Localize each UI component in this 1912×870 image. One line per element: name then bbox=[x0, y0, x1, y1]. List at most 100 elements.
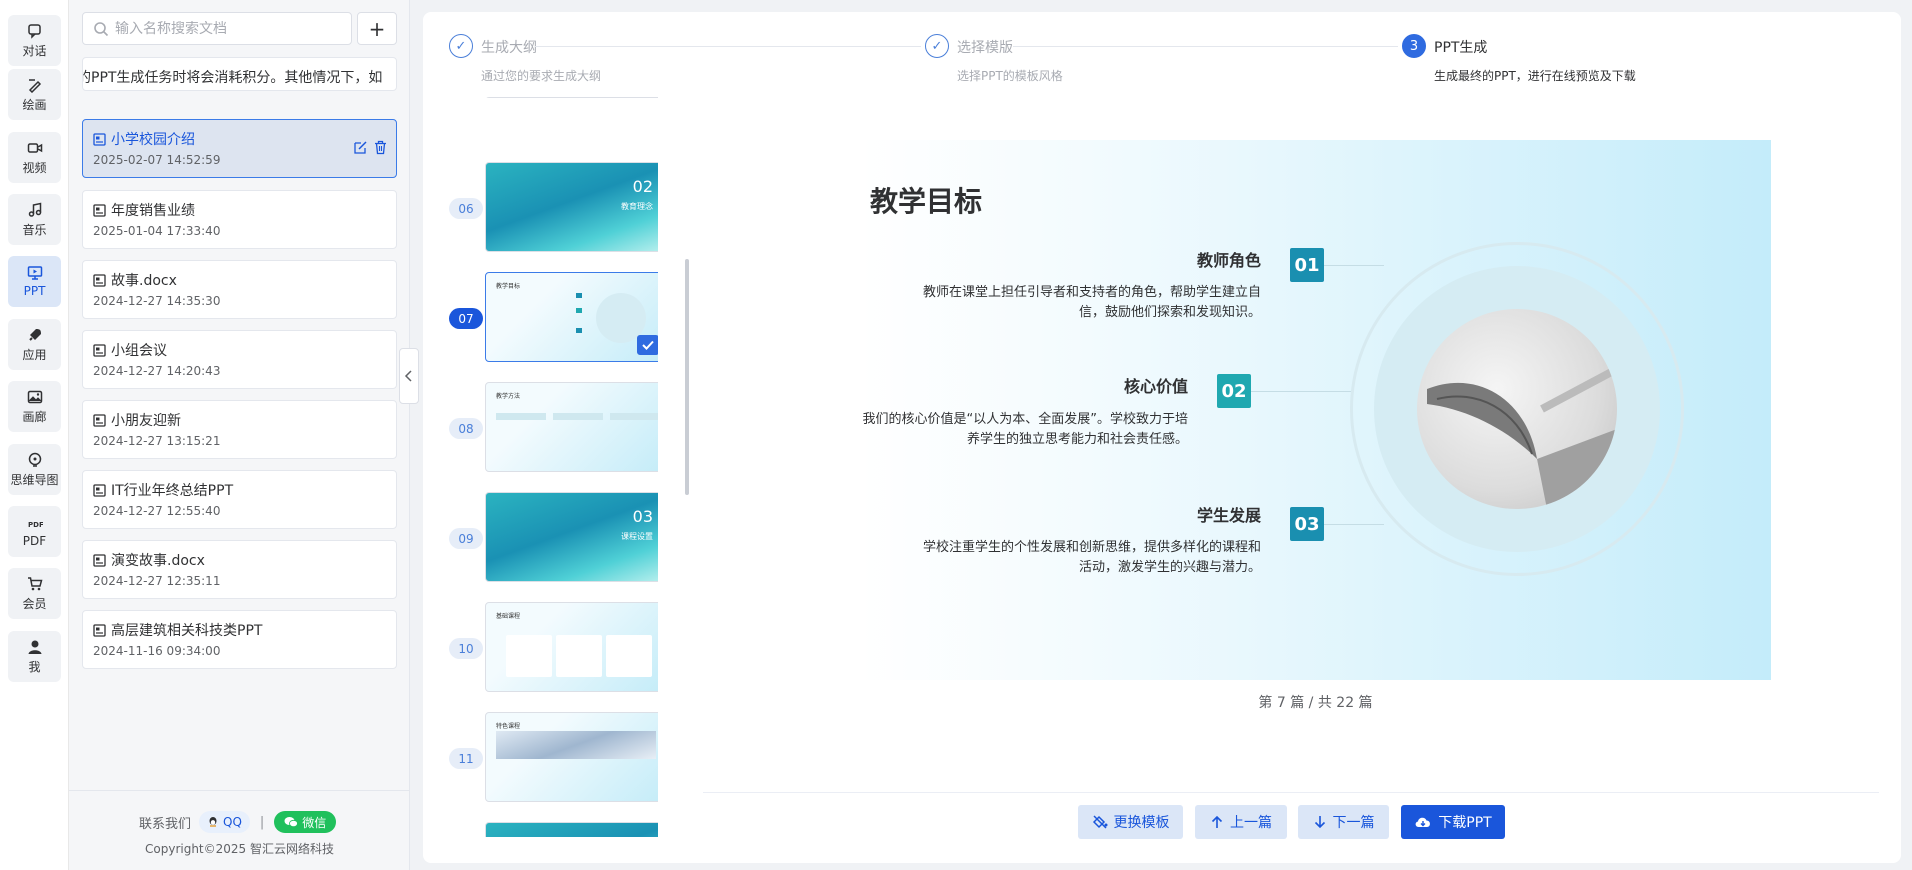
nav-item-ppt[interactable]: PPT bbox=[8, 256, 61, 307]
video-icon bbox=[27, 142, 42, 153]
document-title: 小组会议 bbox=[111, 343, 167, 359]
wechat-button[interactable]: 微信 bbox=[274, 811, 337, 833]
document-card[interactable]: 年度销售业绩 2025-01-04 17:33:40 bbox=[82, 190, 397, 249]
thumbnail-row[interactable]: 10 基础课程 bbox=[440, 602, 658, 692]
document-date: 2025-02-07 14:52:59 bbox=[93, 153, 221, 167]
thumbnail-row[interactable]: 11 特色课程 bbox=[440, 712, 658, 802]
document-date: 2025-01-04 17:33:40 bbox=[93, 224, 221, 238]
thumbnail-scrollbar[interactable] bbox=[685, 259, 689, 495]
thumbnail-row[interactable]: 06 02 教育理念 bbox=[440, 162, 658, 252]
sidebar-footer: 联系我们 QQ | 微信 Copyright©2025 智汇云网络科技 bbox=[69, 790, 410, 870]
document-card[interactable]: 演变故事.docx 2024-12-27 12:35:11 bbox=[82, 540, 397, 599]
slide-thumbnail[interactable]: 04 bbox=[485, 822, 658, 837]
search-box[interactable] bbox=[82, 12, 352, 45]
thumb-section-number: 02 bbox=[632, 177, 653, 196]
thumb-card bbox=[606, 635, 652, 677]
step-connector bbox=[535, 46, 921, 47]
add-document-button[interactable]: + bbox=[357, 12, 397, 45]
leader-line bbox=[1324, 524, 1384, 525]
document-icon bbox=[93, 483, 106, 497]
document-title-row: 年度销售业绩 bbox=[93, 200, 386, 220]
slide-number: 09 bbox=[449, 528, 483, 549]
slide-thumbnail[interactable]: 教学方法 bbox=[485, 382, 658, 472]
thumbnail-row[interactable]: 04 bbox=[440, 822, 658, 837]
copyright: Copyright©2025 智汇云网络科技 bbox=[145, 842, 334, 856]
nav-label: 应用 bbox=[22, 347, 47, 362]
thumb-title: 教学方法 bbox=[496, 393, 521, 400]
nav-item-chat[interactable]: 对话 bbox=[8, 15, 61, 66]
nav-label: 绘画 bbox=[22, 97, 47, 112]
slide-thumbnail[interactable]: 特色课程 bbox=[485, 712, 658, 802]
prev-slide-button[interactable]: 上一篇 bbox=[1195, 805, 1287, 839]
contact-label: 联系我们 bbox=[139, 816, 192, 832]
download-ppt-button[interactable]: 下载PPT bbox=[1401, 805, 1505, 839]
nav-item-apps[interactable]: 应用 bbox=[8, 319, 61, 370]
paint-bucket-icon bbox=[1092, 815, 1107, 829]
document-sidebar: + 的PPT生成任务时将会消耗积分。其他情况下，如 小学校园介绍 2025-02-… bbox=[69, 0, 410, 870]
thumb-banner bbox=[496, 731, 656, 759]
chevron-left-icon bbox=[404, 370, 412, 382]
thumbnail-partial[interactable] bbox=[440, 97, 658, 167]
thumbnail-row[interactable]: 07 教学目标 bbox=[440, 272, 658, 362]
thumbnail-row[interactable]: 09 03 课程设置 bbox=[440, 492, 658, 582]
edit-icon[interactable] bbox=[353, 140, 368, 155]
nav-item-gallery[interactable]: 画廊 bbox=[8, 381, 61, 432]
point-body: 学校注重学生的个性发展和创新思维，提供多样化的课程和活动，激发学生的兴趣与潜力。 bbox=[922, 540, 1261, 575]
nav-item-video[interactable]: 视频 bbox=[8, 132, 61, 183]
change-template-button[interactable]: 更换模板 bbox=[1078, 805, 1183, 839]
presentation-icon bbox=[27, 266, 42, 280]
thumbnail-row[interactable]: 08 教学方法 bbox=[440, 382, 658, 472]
main-nav: 对话 绘画 视频 音乐 PPT 应用 画廊 思维导图 PDF PDF 会员 我 bbox=[0, 0, 69, 870]
nav-item-music[interactable]: 音乐 bbox=[8, 194, 61, 245]
document-date: 2024-12-27 12:55:40 bbox=[93, 504, 221, 518]
thumb-section-number: 03 bbox=[632, 507, 653, 526]
document-card[interactable]: 高层建筑相关科技类PPT 2024-11-16 09:34:00 bbox=[82, 610, 397, 669]
thumb-title: 基础课程 bbox=[496, 613, 521, 620]
nav-item-me[interactable]: 我 bbox=[8, 631, 61, 682]
slide-thumbnail[interactable]: 02 教育理念 bbox=[485, 162, 658, 252]
slide-title: 教学目标 bbox=[870, 185, 983, 218]
document-title-row: 高层建筑相关科技类PPT bbox=[93, 620, 386, 640]
slide-number: 10 bbox=[449, 638, 483, 659]
point-title: 学生发展 bbox=[1196, 506, 1261, 525]
thumb-title: 特色课程 bbox=[496, 723, 521, 730]
document-card[interactable]: 小朋友迎新 2024-12-27 13:15:21 bbox=[82, 400, 397, 459]
document-title-row: IT行业年终总结PPT bbox=[93, 480, 386, 500]
wechat-icon bbox=[284, 817, 299, 828]
slide-thumbnail[interactable]: 03 课程设置 bbox=[485, 492, 658, 582]
search-input[interactable] bbox=[115, 20, 335, 37]
slide-thumbnail-list[interactable]: 06 02 教育理念 07 教学目标 08 教学方法 09 03 课程设置 10… bbox=[440, 97, 658, 837]
point-number-badge: 01 bbox=[1290, 248, 1324, 282]
qq-button[interactable]: QQ bbox=[199, 811, 250, 833]
nav-item-vip[interactable]: 会员 bbox=[8, 568, 61, 619]
document-card[interactable]: IT行业年终总结PPT 2024-12-27 12:55:40 bbox=[82, 470, 397, 529]
nav-item-draw[interactable]: 绘画 bbox=[8, 69, 61, 120]
nav-label: 视频 bbox=[22, 160, 47, 175]
qq-label: QQ bbox=[223, 815, 242, 829]
thumb-bar bbox=[610, 413, 658, 420]
delete-icon[interactable] bbox=[373, 140, 388, 155]
image-icon bbox=[27, 390, 42, 403]
arrow-up-icon bbox=[1211, 815, 1223, 828]
collapse-sidebar-button[interactable] bbox=[399, 348, 419, 404]
document-card[interactable]: 故事.docx 2024-12-27 14:35:30 bbox=[82, 260, 397, 319]
stadium-image bbox=[1427, 365, 1617, 509]
notice-marquee: 的PPT生成任务时将会消耗积分。其他情况下，如 bbox=[82, 57, 397, 91]
thumb-title: 教学目标 bbox=[496, 283, 521, 290]
leader-line bbox=[1324, 265, 1384, 266]
slide-thumbnail[interactable]: 教学目标 bbox=[485, 272, 658, 362]
nav-label: 会员 bbox=[22, 596, 47, 611]
slide-thumbnail[interactable]: 基础课程 bbox=[485, 602, 658, 692]
button-label: 下一篇 bbox=[1332, 815, 1375, 831]
document-icon bbox=[93, 553, 106, 567]
mindmap-icon bbox=[28, 452, 41, 467]
thumb-section-title: 教育理念 bbox=[621, 202, 653, 211]
contact-row: 联系我们 QQ | 微信 bbox=[139, 811, 337, 833]
step-connector bbox=[1013, 46, 1398, 47]
nav-item-mindmap[interactable]: 思维导图 bbox=[8, 444, 61, 495]
document-card[interactable]: 小组会议 2024-12-27 14:20:43 bbox=[82, 330, 397, 389]
nav-label: 对话 bbox=[22, 43, 47, 58]
document-card[interactable]: 小学校园介绍 2025-02-07 14:52:59 bbox=[82, 119, 397, 178]
next-slide-button[interactable]: 下一篇 bbox=[1298, 805, 1389, 839]
nav-item-pdf[interactable]: PDF PDF bbox=[8, 506, 61, 557]
